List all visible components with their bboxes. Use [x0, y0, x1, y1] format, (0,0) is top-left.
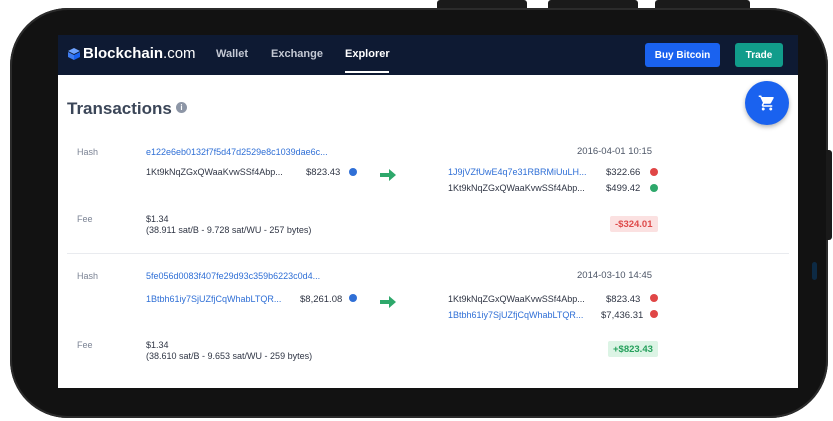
- transaction-hash-link[interactable]: 5fe056d0083f407fe29d93c359b6223c0d4...: [146, 271, 320, 281]
- logo-main: Blockchain: [83, 45, 164, 62]
- transaction-hash-link[interactable]: e122e6eb0132f7f5d47d2529e8c1039dae6c...: [146, 147, 328, 157]
- fee-detail: (38.911 sat/B - 9.728 sat/WU - 257 bytes…: [146, 225, 312, 235]
- spent-output-icon[interactable]: [650, 310, 658, 318]
- logo-suffix: .com: [163, 45, 196, 62]
- buy-bitcoin-button[interactable]: Buy Bitcoin: [645, 43, 720, 67]
- input-amount: $823.43: [306, 167, 341, 178]
- transaction-divider: [67, 253, 789, 254]
- output-amount: $499.42: [606, 183, 641, 194]
- phone-volume-button: [437, 0, 527, 8]
- nav-wallet[interactable]: Wallet: [216, 48, 248, 60]
- fee-amount: $1.34: [146, 340, 169, 350]
- input-address[interactable]: 1Kt9kNqZGxQWaaKvwSSf4Abp...: [146, 167, 283, 177]
- unspent-output-icon[interactable]: [650, 184, 658, 192]
- blockchain-logo-icon: [68, 48, 80, 60]
- arrow-right-icon: [380, 169, 396, 181]
- trade-button[interactable]: Trade: [735, 43, 783, 67]
- net-amount-badge: -$324.01: [610, 216, 658, 232]
- output-address[interactable]: 1Kt9kNqZGxQWaaKvwSSf4Abp...: [448, 294, 585, 304]
- phone-sensor: [812, 262, 817, 280]
- transaction-timestamp: 2014-03-10 14:45: [577, 270, 653, 281]
- globe-icon[interactable]: [349, 168, 357, 176]
- app-screen: Blockchain.com Wallet Exchange Explorer …: [58, 35, 798, 388]
- fee-label: Fee: [77, 340, 93, 350]
- active-tab-indicator: [345, 71, 389, 73]
- phone-side-button: [826, 150, 832, 240]
- net-amount-badge: +$823.43: [608, 341, 658, 357]
- output-amount: $7,436.31: [601, 310, 644, 321]
- arrow-right-icon: [380, 296, 396, 308]
- hash-label: Hash: [77, 271, 99, 281]
- spent-output-icon[interactable]: [650, 168, 658, 176]
- input-amount: $8,261.08: [300, 294, 343, 305]
- info-icon[interactable]: i: [176, 102, 187, 113]
- top-navbar: Blockchain.com Wallet Exchange Explorer …: [58, 35, 798, 75]
- logo-text[interactable]: Blockchain.com: [83, 45, 196, 62]
- spent-output-icon[interactable]: [650, 294, 658, 302]
- output-address[interactable]: 1Btbh61iy7SjUZfjCqWhabLTQR...: [448, 310, 583, 320]
- output-address[interactable]: 1Kt9kNqZGxQWaaKvwSSf4Abp...: [448, 183, 585, 193]
- page-title: Transactions: [67, 99, 172, 118]
- globe-icon[interactable]: [349, 294, 357, 302]
- fee-amount: $1.34: [146, 214, 169, 224]
- input-address[interactable]: 1Btbh61iy7SjUZfjCqWhabLTQR...: [146, 294, 281, 304]
- output-amount: $322.66: [606, 167, 641, 178]
- nav-exchange[interactable]: Exchange: [271, 48, 323, 60]
- phone-volume-button: [548, 0, 638, 8]
- transaction-timestamp: 2016-04-01 10:15: [577, 146, 653, 157]
- fee-detail: (38.610 sat/B - 9.653 sat/WU - 259 bytes…: [146, 351, 313, 361]
- cart-button[interactable]: [745, 81, 789, 125]
- phone-power-button: [655, 0, 750, 8]
- output-amount: $823.43: [606, 294, 641, 305]
- cart-icon: [758, 95, 774, 111]
- fee-label: Fee: [77, 214, 93, 224]
- output-address[interactable]: 1J9jVZfUwE4q7e31RBRMiUuLH...: [448, 167, 587, 177]
- nav-explorer[interactable]: Explorer: [345, 48, 390, 60]
- hash-label: Hash: [77, 147, 99, 157]
